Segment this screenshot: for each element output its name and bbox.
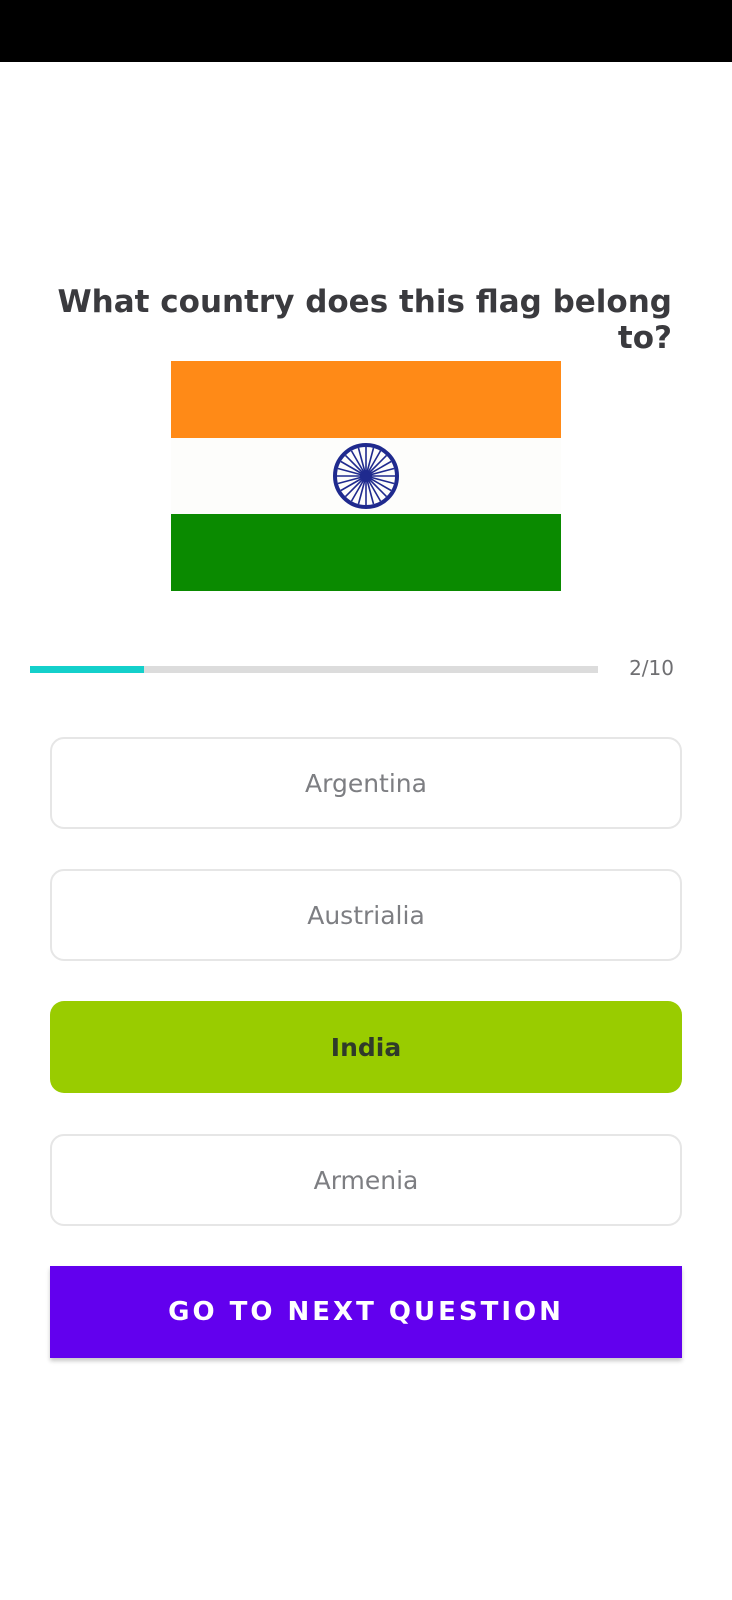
answer-option-label: Austrialia bbox=[307, 900, 425, 930]
next-question-label: GO TO NEXT QUESTION bbox=[168, 1297, 564, 1327]
status-bar bbox=[0, 0, 732, 62]
flag-stripe-bottom bbox=[171, 514, 561, 591]
answer-option-label: India bbox=[330, 1032, 402, 1062]
answer-option-india[interactable]: India bbox=[50, 1001, 682, 1093]
next-question-button[interactable]: GO TO NEXT QUESTION bbox=[50, 1266, 682, 1358]
progress-counter: 2/10 bbox=[629, 656, 674, 680]
progress-bar-fill bbox=[30, 666, 144, 673]
answer-option-argentina[interactable]: Argentina bbox=[50, 737, 682, 829]
answer-option-label: Argentina bbox=[305, 768, 427, 798]
flag-image bbox=[171, 361, 561, 591]
answer-option-armenia[interactable]: Armenia bbox=[50, 1134, 682, 1226]
answer-option-austrialia[interactable]: Austrialia bbox=[50, 869, 682, 961]
answer-option-label: Armenia bbox=[313, 1165, 419, 1195]
question-text: What country does this flag belong to? bbox=[57, 284, 672, 356]
ashoka-chakra-icon bbox=[333, 443, 399, 509]
progress-bar bbox=[30, 666, 598, 673]
flag-stripe-top bbox=[171, 361, 561, 438]
